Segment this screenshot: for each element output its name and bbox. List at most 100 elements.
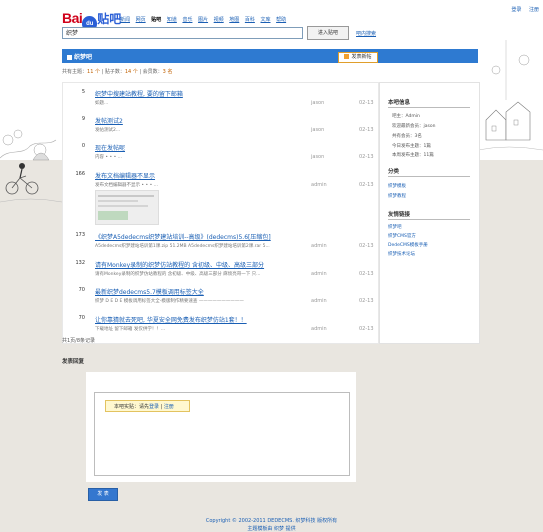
register-prompt-link[interactable]: 注册 bbox=[164, 404, 174, 410]
thread-author[interactable]: admin bbox=[311, 271, 327, 277]
forum-info-line: 共有会员：3名 bbox=[392, 134, 422, 139]
forum-title[interactable]: 织梦吧 bbox=[67, 52, 92, 61]
thread-abstract: A5dedecms织梦建站培训第1课.zip 51.2MB A5dedecms织… bbox=[95, 244, 270, 249]
home-icon bbox=[67, 54, 72, 60]
register-link[interactable]: 注册 bbox=[529, 7, 539, 13]
thread-title[interactable]: 发布文档编辑器不显示 bbox=[95, 171, 155, 180]
thread-date: 02-13 bbox=[359, 271, 374, 277]
footer-copyright: Copyright © 2002-2011 DEDECMS. 织梦科技 版权所有 bbox=[205, 518, 338, 524]
thread-date: 02-13 bbox=[359, 298, 374, 304]
friend-links-heading: 友情链接 bbox=[388, 212, 411, 218]
baidu-tieba-logo[interactable]: Bai du 贴吧 bbox=[62, 8, 122, 31]
friend-link[interactable]: DedeCMS模板手册 bbox=[388, 242, 428, 248]
thread-author[interactable]: admin bbox=[311, 326, 327, 332]
thread-abstract: 内容 • • • ... bbox=[95, 155, 122, 160]
reply-count: 132 bbox=[75, 260, 85, 266]
divider bbox=[388, 176, 470, 177]
pagination-summary: 共1页/8条记录 bbox=[62, 338, 96, 344]
forum-title-bar: 织梦吧 bbox=[62, 49, 478, 63]
reply-count: 0 bbox=[81, 143, 85, 149]
thread-title[interactable]: 最新织梦dedecms5.7模板调用标签大全 bbox=[95, 287, 204, 296]
friend-link[interactable]: 织梦技术论坛 bbox=[388, 251, 415, 257]
nav-music[interactable]: 音乐 bbox=[182, 17, 192, 23]
thread-list: 5 织梦中搜建站教程, 要的留下邮箱 如题... jason 02-13 9 发… bbox=[62, 82, 379, 344]
topics-count: 11 个 bbox=[87, 69, 100, 75]
thread-author[interactable]: jason bbox=[311, 154, 324, 160]
thread-title[interactable]: 请有Monkey录制的织梦仿站教程的 含初级、中级、高级三部分 bbox=[95, 260, 264, 269]
forum-search-link[interactable]: 吧内搜索 bbox=[356, 30, 376, 37]
thread-title[interactable]: 发帖测试2 bbox=[95, 116, 123, 125]
thread-date: 02-13 bbox=[359, 127, 374, 133]
category-link[interactable]: 织梦教程 bbox=[388, 193, 406, 199]
topics-label: 共有主题： bbox=[62, 69, 88, 75]
thread-date: 02-13 bbox=[359, 326, 374, 332]
forum-stats: 共有主题：11 个 | 贴子数：14 个 | 会员数：3 名 bbox=[62, 68, 172, 75]
thread-title[interactable]: 让你靠猜就去死吧, 华夏安全网免费发布织梦仿站1套！！ bbox=[95, 315, 247, 324]
thread-date: 02-13 bbox=[359, 182, 374, 188]
thread-author[interactable]: jason bbox=[311, 100, 324, 106]
friend-link[interactable]: 织梦吧 bbox=[388, 224, 402, 230]
forum-info-line: 本周发布主题：11篇 bbox=[392, 153, 434, 158]
thread-date: 02-13 bbox=[359, 100, 374, 106]
thread-abstract: 发帖测试2... bbox=[95, 128, 121, 133]
footer-credit: 主题模板由 织梦 提供 bbox=[247, 526, 296, 532]
reply-count: 5 bbox=[81, 89, 85, 95]
divider bbox=[388, 219, 470, 220]
thumbnail-line bbox=[98, 205, 148, 207]
thread-attachment-thumbnail[interactable] bbox=[95, 190, 159, 225]
thread-title[interactable]: 《织梦A5dedecms织梦建站培训--高级》(dedecms)5.6[压缩包] bbox=[95, 232, 271, 241]
pen-icon bbox=[344, 53, 350, 59]
nav-tieba[interactable]: 贴吧 bbox=[151, 17, 161, 23]
submit-reply-button[interactable]: 发 表 bbox=[88, 488, 118, 501]
logo-text-tieba: 贴吧 bbox=[97, 12, 122, 26]
thread-author[interactable]: admin bbox=[311, 298, 327, 304]
forum-info-line: 欢迎最新会员：jason bbox=[392, 124, 436, 129]
thread-author[interactable]: admin bbox=[311, 182, 327, 188]
nav-images[interactable]: 图片 bbox=[198, 17, 208, 23]
thread-title[interactable]: 织梦中搜建站教程, 要的留下邮箱 bbox=[95, 89, 183, 98]
thread-title[interactable]: 现在发帖呢 bbox=[95, 143, 125, 152]
reply-form bbox=[86, 372, 356, 482]
product-nav: 新闻 网页 贴吧 知道 音乐 图片 视频 地图 百科 文库 帮助 bbox=[120, 16, 290, 23]
nav-baike[interactable]: 百科 bbox=[245, 17, 255, 23]
forum-info-heading: 本吧信息 bbox=[388, 100, 411, 106]
category-heading: 分类 bbox=[388, 169, 400, 175]
forum-info-line: 吧主：Admin bbox=[392, 114, 420, 119]
nav-help[interactable]: 帮助 bbox=[276, 17, 286, 23]
nav-news[interactable]: 新闻 bbox=[120, 17, 130, 23]
thread-abstract: 下载地址 留下邮箱 发仅供学！！... bbox=[95, 327, 166, 332]
thread-abstract: 请有Monkey录制的织梦仿站教程的 含初级、中级、高级三部分 麻烦亮哥一下 只… bbox=[95, 272, 261, 277]
thread-author[interactable]: jason bbox=[311, 127, 324, 133]
divider bbox=[388, 107, 470, 108]
thread-abstract: 发布文档编辑器不显示 • • • ... bbox=[95, 183, 158, 188]
login-link[interactable]: 登录 bbox=[511, 7, 521, 13]
thumbnail-line bbox=[98, 200, 138, 202]
reply-heading: 发表回复 bbox=[62, 359, 85, 365]
thread-date: 02-13 bbox=[359, 154, 374, 160]
forum-info-line: 今日发布主题：1篇 bbox=[392, 144, 431, 149]
new-post-button[interactable]: 发表新帖 bbox=[338, 52, 378, 63]
friend-link[interactable]: 织梦CMS官方 bbox=[388, 233, 416, 239]
sidebar: 本吧信息 吧主：Admin 欢迎最新会员：jason 共有会员：3名 今日发布主… bbox=[379, 82, 480, 344]
logo-text-bai: Bai bbox=[62, 10, 83, 26]
thread-author[interactable]: admin bbox=[311, 243, 327, 249]
enter-tieba-button[interactable]: 进入贴吧 bbox=[307, 26, 349, 40]
reply-count: 173 bbox=[75, 232, 85, 238]
nav-web[interactable]: 网页 bbox=[136, 17, 146, 23]
replies-label: | 贴子数： bbox=[101, 69, 125, 75]
nav-wenku[interactable]: 文库 bbox=[260, 17, 270, 23]
nav-map[interactable]: 地图 bbox=[229, 17, 239, 23]
replies-count: 14 个 bbox=[124, 69, 138, 75]
login-prompt-text: 本吧实贴：请先 bbox=[114, 404, 150, 410]
thread-abstract: 织梦 D E D E 模板调用标签大全-模版制作精要速查 —————————— bbox=[95, 299, 244, 304]
login-prompt-link[interactable]: 登录 bbox=[149, 404, 159, 410]
nav-zhidao[interactable]: 知道 bbox=[167, 17, 177, 23]
reply-count: 70 bbox=[78, 315, 85, 321]
top-links: 登录 注册 bbox=[505, 6, 539, 13]
nav-video[interactable]: 视频 bbox=[214, 17, 224, 23]
reply-count: 70 bbox=[78, 287, 85, 293]
members-label: | 会员数： bbox=[139, 69, 163, 75]
category-link[interactable]: 织梦模板 bbox=[388, 183, 406, 189]
login-prompt: 本吧实贴：请先登录 | 注册 bbox=[105, 400, 190, 412]
search-input[interactable]: 织梦 bbox=[62, 27, 303, 39]
